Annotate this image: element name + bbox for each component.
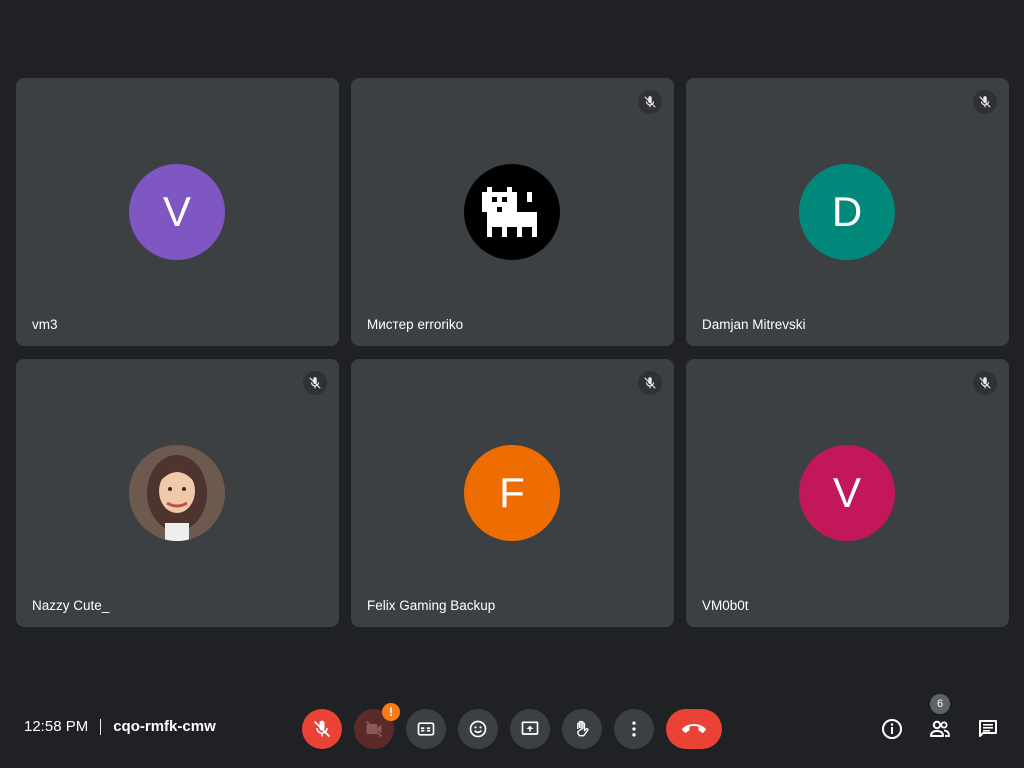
participant-avatar [129, 445, 225, 541]
more-vert-icon [632, 721, 636, 737]
avatar-initial: V [832, 469, 861, 516]
mic-off-icon [313, 720, 331, 738]
camera-toggle-button[interactable]: ! [354, 703, 400, 749]
microphone-toggle-button[interactable] [302, 709, 342, 749]
people-button[interactable]: 6 [920, 694, 960, 749]
participant-tile[interactable]: Мистер erroriko [351, 78, 674, 346]
meeting-details-button[interactable] [872, 709, 912, 749]
avatar-initial: V [162, 188, 191, 235]
meeting-info: 12:58 PM cqo-rmfk-cmw [24, 718, 216, 735]
meeting-time: 12:58 PM [24, 718, 89, 735]
participant-name: vm3 [32, 317, 58, 332]
chat-button[interactable] [968, 709, 1008, 749]
mic-off-icon [638, 371, 662, 395]
participant-avatar: V [799, 445, 895, 541]
participant-avatar [464, 164, 560, 260]
raise-hand-button[interactable] [562, 709, 602, 749]
present-screen-button[interactable] [510, 709, 550, 749]
mic-off-icon [638, 90, 662, 114]
photo-portrait [129, 445, 225, 541]
avatar-initial: D [831, 188, 863, 235]
call-end-icon [682, 724, 706, 733]
meeting-code: cqo-rmfk-cmw [113, 718, 216, 735]
participant-avatar: F [464, 445, 560, 541]
more-options-button[interactable] [614, 709, 654, 749]
participant-name: Felix Gaming Backup [367, 598, 496, 613]
control-bar: 12:58 PM cqo-rmfk-cmw ! 6 [0, 680, 1024, 768]
hand-icon [577, 720, 589, 737]
mic-off-icon [973, 90, 997, 114]
divider [100, 718, 102, 735]
pixel-dog-icon [482, 187, 537, 237]
leave-call-button[interactable] [666, 709, 722, 749]
participant-name: Мистер erroriko [367, 317, 464, 332]
chat-icon [979, 720, 997, 737]
present-screen-icon [521, 721, 539, 735]
captions-icon [417, 722, 435, 736]
participant-tile[interactable]: V VM0b0t [686, 359, 1009, 627]
participant-name: Nazzy Cute_ [32, 598, 110, 613]
avatar-initial: F [499, 469, 525, 516]
participant-tile[interactable]: D Damjan Mitrevski [686, 78, 1009, 346]
reactions-button[interactable] [458, 709, 498, 749]
participant-avatar: D [799, 164, 895, 260]
participant-tile[interactable]: V vm3 [16, 78, 339, 346]
mic-off-icon [303, 371, 327, 395]
people-icon [930, 720, 950, 737]
participant-avatar: V [129, 164, 225, 260]
participant-tile[interactable]: F Felix Gaming Backup [351, 359, 674, 627]
info-icon [882, 719, 902, 739]
participant-name: Damjan Mitrevski [702, 317, 806, 332]
warning-badge: ! [382, 703, 400, 721]
people-count-badge: 6 [930, 694, 950, 714]
participant-name: VM0b0t [702, 598, 749, 613]
captions-button[interactable] [406, 709, 446, 749]
camera-off-icon [365, 720, 383, 738]
mic-off-icon [973, 371, 997, 395]
emoji-icon [469, 720, 487, 738]
participant-tile[interactable]: Nazzy Cute_ [16, 359, 339, 627]
